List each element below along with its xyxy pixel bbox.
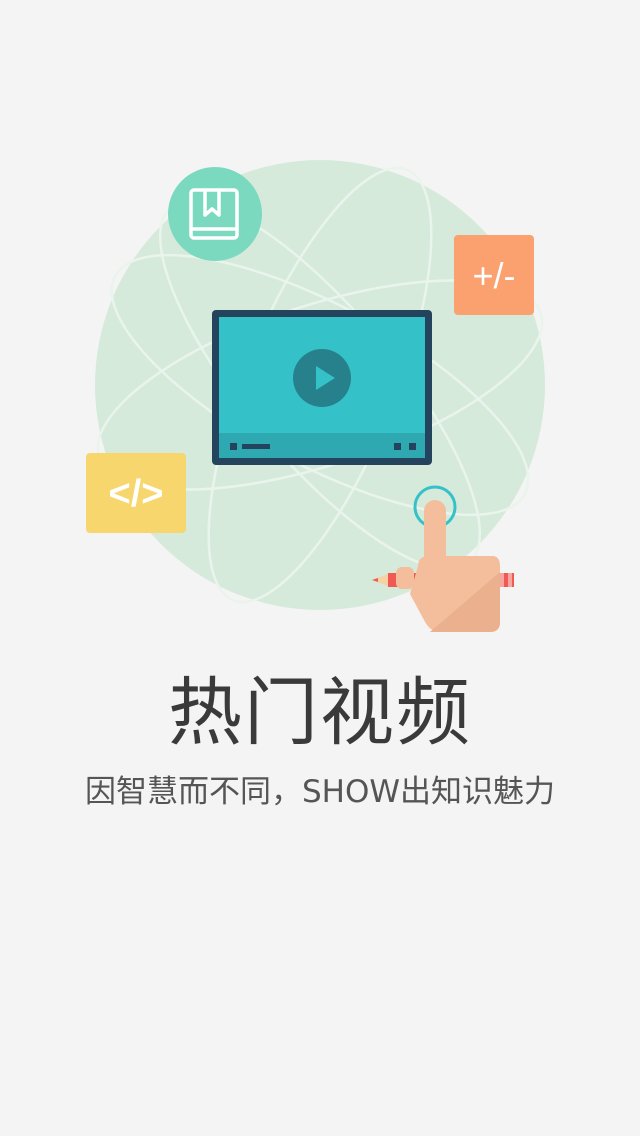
code-icon: </> bbox=[86, 453, 186, 533]
svg-text:</>: </> bbox=[109, 473, 164, 515]
plus-minus-icon: +/- bbox=[454, 235, 534, 315]
page-subtitle: 因智慧而不同，SHOW出知识魅力 bbox=[84, 774, 556, 810]
video-player-icon bbox=[212, 310, 432, 465]
hero-illustration: +/- </> bbox=[86, 160, 545, 632]
page-title: 热门视频 bbox=[168, 670, 472, 756]
svg-text:+/-: +/- bbox=[472, 255, 515, 296]
onboarding-screen: +/- </> 热门视频 因智慧而不同，SHOW出知识魅力 bbox=[0, 0, 640, 1136]
book-icon bbox=[168, 167, 262, 261]
